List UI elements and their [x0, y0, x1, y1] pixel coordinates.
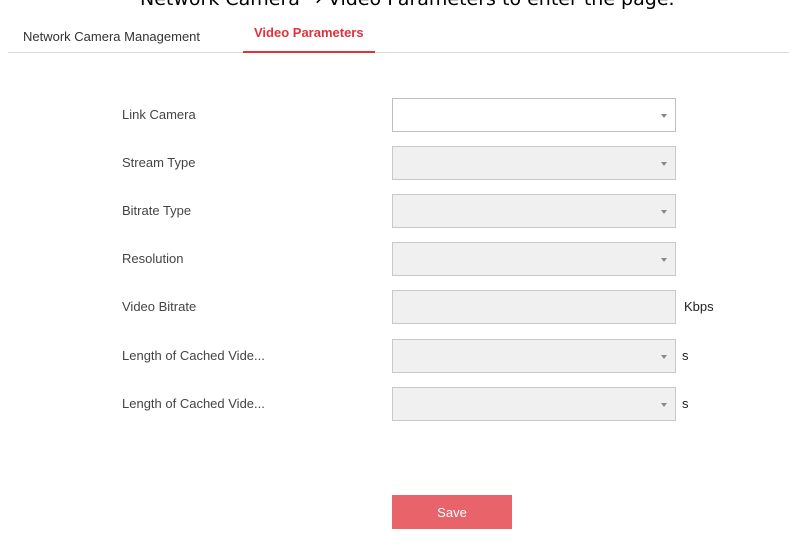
- save-button[interactable]: Save: [392, 495, 512, 529]
- stream-type-select[interactable]: [392, 146, 676, 180]
- tab-network-camera-management[interactable]: Network Camera Management: [23, 12, 200, 52]
- bitrate-type-label: Bitrate Type: [122, 203, 192, 218]
- form-row-resolution: Resolution: [8, 242, 789, 276]
- tab-video-parameters[interactable]: Video Parameters: [243, 12, 375, 53]
- chevron-down-icon: [661, 114, 667, 118]
- chevron-down-icon: [661, 403, 667, 407]
- form-row-bitrate-type: Bitrate Type: [8, 194, 789, 228]
- video-bitrate-label: Video Bitrate: [122, 299, 197, 314]
- cached-video-length-2-select[interactable]: [392, 387, 676, 421]
- tab-bar: Network Camera Management Video Paramete…: [8, 12, 789, 53]
- cached-video-length-1-unit: s: [682, 348, 689, 363]
- link-camera-label: Link Camera: [122, 107, 196, 122]
- video-bitrate-input[interactable]: [392, 290, 676, 324]
- form-row-link-camera: Link Camera: [8, 98, 789, 132]
- chevron-down-icon: [661, 210, 667, 214]
- form-row-cached-video-length-1: Length of Cached Vide... s: [8, 339, 789, 373]
- form-row-cached-video-length-2: Length of Cached Vide... s: [8, 387, 789, 421]
- chevron-down-icon: [661, 355, 667, 359]
- cached-video-length-1-select[interactable]: [392, 339, 676, 373]
- form-row-video-bitrate: Video Bitrate Kbps: [8, 290, 789, 324]
- link-camera-select[interactable]: [392, 98, 676, 132]
- resolution-select[interactable]: [392, 242, 676, 276]
- bitrate-type-select[interactable]: [392, 194, 676, 228]
- cached-video-length-2-label: Length of Cached Vide...: [122, 396, 265, 411]
- form-row-stream-type: Stream Type: [8, 146, 789, 180]
- chevron-down-icon: [661, 258, 667, 262]
- cached-video-length-2-unit: s: [682, 396, 689, 411]
- video-parameters-panel: Network Camera Management Video Paramete…: [8, 12, 789, 547]
- document-caption: Network Camera → Video Parameters to ent…: [0, 0, 789, 10]
- video-bitrate-unit: Kbps: [684, 299, 714, 314]
- chevron-down-icon: [661, 162, 667, 166]
- cached-video-length-1-label: Length of Cached Vide...: [122, 348, 265, 363]
- resolution-label: Resolution: [122, 251, 184, 266]
- stream-type-label: Stream Type: [122, 155, 196, 170]
